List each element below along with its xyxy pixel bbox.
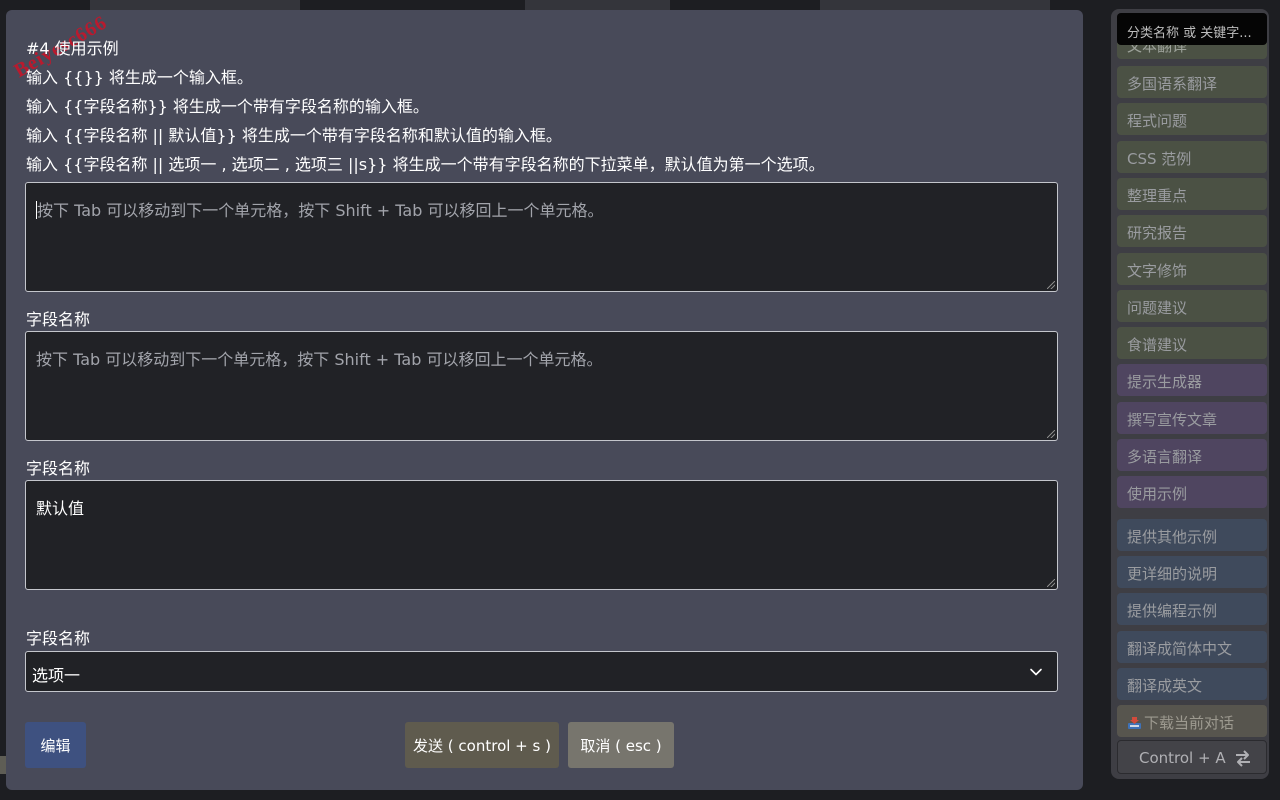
sidebar-item-label: 提示生成器 bbox=[1127, 373, 1203, 392]
instructions-line: 输入 {{字段名称 || 选项一 , 选项二 , 选项三 ||s}} 将生成一个… bbox=[26, 155, 825, 174]
chevron-down-icon bbox=[1030, 668, 1042, 676]
shortcut-label: Control + A bbox=[1139, 749, 1226, 767]
resize-grip-icon[interactable] bbox=[1047, 281, 1055, 289]
sidebar-item-label: 整理重点 bbox=[1127, 186, 1188, 205]
sidebar-item[interactable]: 食谱建议 bbox=[1117, 327, 1267, 360]
swap-arrows-icon bbox=[1236, 750, 1250, 767]
sidebar-item-label: 文字修饰 bbox=[1127, 261, 1188, 280]
sidebar-item[interactable]: 更详细的说明 bbox=[1117, 555, 1267, 588]
sidebar-search-input[interactable]: 分类名称 或 关键字... bbox=[1117, 13, 1267, 45]
field-input-2[interactable]: 按下 Tab 可以移动到下一个单元格，按下 Shift + Tab 可以移回上一… bbox=[25, 331, 1058, 441]
sidebar-item[interactable]: 撰写宣传文章 bbox=[1117, 401, 1267, 434]
backdrop-strip bbox=[525, 0, 670, 10]
sidebar-item[interactable]: CSS 范例 bbox=[1117, 140, 1267, 173]
sidebar-item[interactable]: 问题建议 bbox=[1117, 289, 1267, 322]
instructions-line: 输入 {{}} 将生成一个输入框。 bbox=[26, 68, 253, 87]
sidebar-item-label: 食谱建议 bbox=[1127, 336, 1188, 355]
backdrop-strip bbox=[820, 0, 1050, 10]
instructions-title: #4 使用示例 bbox=[26, 39, 119, 58]
sidebar-item[interactable]: 多语言翻译 bbox=[1117, 439, 1267, 471]
sidebar-item[interactable]: 使用示例 bbox=[1117, 476, 1267, 509]
prompt-form-modal: Beiyesc666 #4 使用示例 输入 {{}} 将生成一个输入框。 输入 … bbox=[6, 10, 1083, 790]
instructions-line: 输入 {{字段名称}} 将生成一个带有字段名称的输入框。 bbox=[26, 97, 429, 116]
field-input-3[interactable]: 默认值 bbox=[25, 480, 1058, 590]
field-placeholder: 按下 Tab 可以移动到下一个单元格，按下 Shift + Tab 可以移回上一… bbox=[37, 201, 604, 220]
select-value: 选项一 bbox=[32, 666, 81, 685]
sidebar-item-label: 翻译成简体中文 bbox=[1127, 639, 1233, 658]
sidebar-item-label: 问题建议 bbox=[1127, 298, 1188, 317]
sidebar-item-partial[interactable]: 文本翻译 bbox=[1117, 43, 1267, 59]
sidebar-item-label: 撰写宣传文章 bbox=[1127, 410, 1218, 429]
sidebar-item-label: 提供其他示例 bbox=[1127, 527, 1218, 546]
download-conversation-button[interactable]: 下载当前对话 bbox=[1117, 705, 1267, 737]
download-label: 下载当前对话 bbox=[1144, 714, 1235, 732]
option-select[interactable]: 选项一 bbox=[25, 651, 1058, 692]
sidebar-item-label: 使用示例 bbox=[1127, 485, 1188, 504]
instructions-line: 输入 {{字段名称 || 默认值}} 将生成一个带有字段名称和默认值的输入框。 bbox=[26, 126, 562, 145]
sidebar-item-label: 程式问题 bbox=[1127, 112, 1188, 131]
resize-grip-icon[interactable] bbox=[1047, 579, 1055, 587]
sidebar-item[interactable]: 提供其他示例 bbox=[1117, 518, 1267, 551]
sidebar-item[interactable]: 文字修饰 bbox=[1117, 252, 1267, 285]
sidebar-item[interactable]: 多国语系翻译 bbox=[1117, 66, 1267, 98]
sidebar-item-label: 提供编程示例 bbox=[1127, 602, 1218, 621]
sidebar-item-label: CSS 范例 bbox=[1127, 149, 1192, 168]
sidebar-item[interactable]: 翻译成英文 bbox=[1117, 667, 1267, 700]
backdrop-strip bbox=[90, 0, 300, 10]
send-button[interactable]: 发送 ( control + s ) bbox=[405, 722, 559, 768]
cancel-button[interactable]: 取消 ( esc ) bbox=[568, 722, 674, 768]
field-input-1[interactable]: 按下 Tab 可以移动到下一个单元格，按下 Shift + Tab 可以移回上一… bbox=[25, 182, 1058, 292]
sidebar-item[interactable]: 程式问题 bbox=[1117, 103, 1267, 136]
sidebar-item[interactable]: 提示生成器 bbox=[1117, 364, 1267, 397]
field-label: 字段名称 bbox=[26, 459, 91, 478]
edit-button[interactable]: 编辑 bbox=[25, 722, 86, 768]
sidebar-item[interactable]: 研究报告 bbox=[1117, 215, 1267, 248]
sidebar-item-label: 多语言翻译 bbox=[1127, 448, 1203, 466]
sidebar-item-label: 研究报告 bbox=[1127, 224, 1188, 243]
prompt-sidebar: 文本翻译 分类名称 或 关键字... 多国语系翻译 程式问题 CSS 范例 整理重点研… bbox=[1111, 9, 1269, 779]
sidebar-item[interactable]: 提供编程示例 bbox=[1117, 593, 1267, 626]
field-label: 字段名称 bbox=[26, 310, 91, 329]
sidebar-item-label: 多国语系翻译 bbox=[1127, 75, 1218, 93]
field-placeholder: 按下 Tab 可以移动到下一个单元格，按下 Shift + Tab 可以移回上一… bbox=[36, 350, 603, 369]
sidebar-item-label: 翻译成英文 bbox=[1127, 676, 1203, 695]
usage-instructions: #4 使用示例 输入 {{}} 将生成一个输入框。 输入 {{字段名称}} 将生… bbox=[26, 34, 1056, 179]
sidebar-item-label: 更详细的说明 bbox=[1127, 564, 1218, 583]
field-value: 默认值 bbox=[36, 499, 85, 518]
download-tray-icon bbox=[1128, 717, 1141, 729]
sidebar-item[interactable]: 整理重点 bbox=[1117, 177, 1267, 210]
shortcut-toggle[interactable]: Control + A bbox=[1117, 740, 1267, 774]
select-label: 字段名称 bbox=[26, 629, 91, 648]
sidebar-item[interactable]: 翻译成简体中文 bbox=[1117, 630, 1267, 663]
resize-grip-icon[interactable] bbox=[1047, 430, 1055, 438]
